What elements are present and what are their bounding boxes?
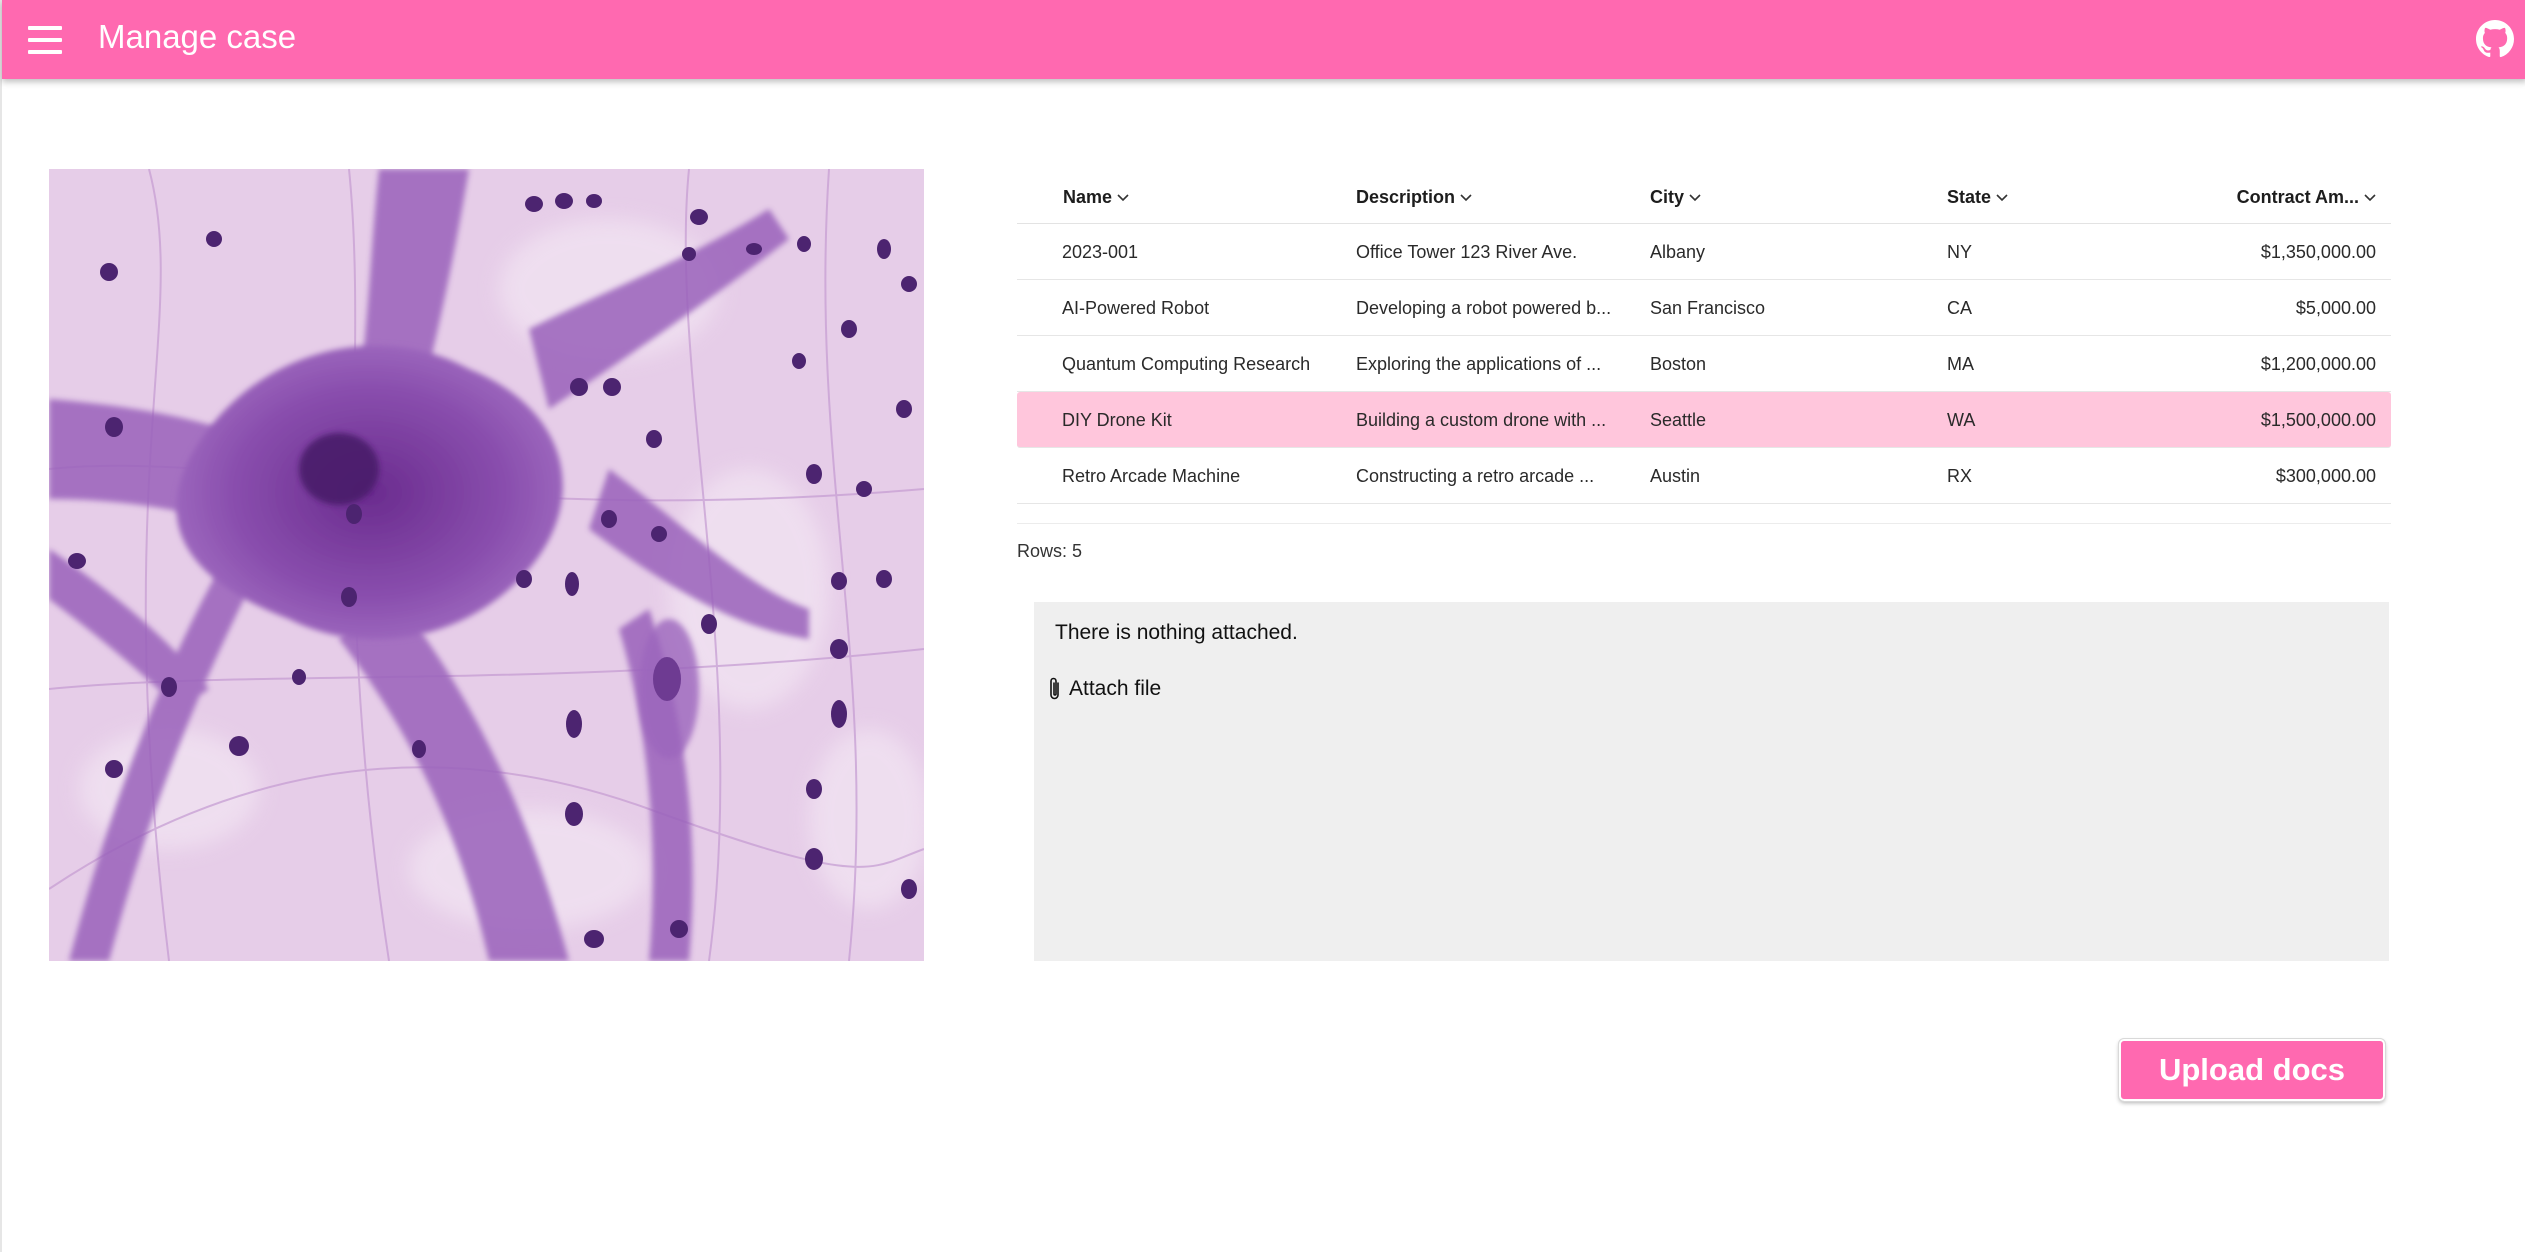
column-header-description[interactable]: Description bbox=[1356, 187, 1472, 208]
table-row[interactable]: AI-Powered Robot Developing a robot powe… bbox=[1017, 280, 2391, 336]
column-header-label: City bbox=[1650, 187, 1685, 207]
cell-city: Albany bbox=[1650, 242, 1706, 262]
cell-contract-amount: $300,000.00 bbox=[2275, 466, 2376, 486]
column-header-state[interactable]: State bbox=[1947, 187, 2008, 208]
table-row[interactable]: 2023-001 Office Tower 123 River Ave. Alb… bbox=[1017, 224, 2391, 280]
table-footer-divider bbox=[1017, 504, 2391, 524]
cell-description: Developing a robot powered b... bbox=[1356, 298, 1612, 318]
cell-contract-amount: $1,200,000.00 bbox=[2260, 354, 2376, 374]
column-header-contract-amount[interactable]: Contract Am... bbox=[2237, 187, 2376, 208]
column-header-label: Name bbox=[1063, 187, 1113, 207]
cell-description: Office Tower 123 River Ave. bbox=[1356, 242, 1578, 262]
chevron-down-icon bbox=[1117, 193, 1129, 201]
column-header-name[interactable]: Name bbox=[1063, 187, 1129, 208]
github-icon[interactable] bbox=[2476, 20, 2514, 58]
cell-description: Constructing a retro arcade ... bbox=[1356, 466, 1595, 486]
table-row-selected[interactable]: DIY Drone Kit Building a custom drone wi… bbox=[1017, 392, 2391, 448]
cell-state: RX bbox=[1947, 466, 1973, 486]
cell-contract-amount: $1,350,000.00 bbox=[2260, 242, 2376, 262]
column-header-label: Description bbox=[1356, 187, 1456, 207]
cell-description: Exploring the applications of ... bbox=[1356, 354, 1602, 374]
rows-count: Rows: 5 bbox=[1017, 541, 1083, 561]
cell-name: Quantum Computing Research bbox=[1062, 354, 1311, 374]
cell-name: 2023-001 bbox=[1062, 242, 1139, 262]
chevron-down-icon bbox=[1689, 193, 1701, 201]
app-frame: Manage case Name Description City State … bbox=[0, 0, 2525, 1252]
cell-name: Retro Arcade Machine bbox=[1062, 466, 1241, 486]
table-row[interactable]: Quantum Computing Research Exploring the… bbox=[1017, 336, 2391, 392]
cell-description: Building a custom drone with ... bbox=[1356, 410, 1607, 430]
cell-name: DIY Drone Kit bbox=[1062, 410, 1172, 430]
cell-name: AI-Powered Robot bbox=[1062, 298, 1210, 318]
cell-contract-amount: $1,500,000.00 bbox=[2260, 410, 2376, 430]
hamburger-menu-icon[interactable] bbox=[28, 26, 62, 54]
column-header-city[interactable]: City bbox=[1650, 187, 1701, 208]
cell-city: Seattle bbox=[1650, 410, 1707, 430]
cases-table: Name Description City State Contract Am.… bbox=[1017, 169, 2391, 524]
cell-city: Austin bbox=[1650, 466, 1701, 486]
table-row[interactable]: Retro Arcade Machine Constructing a retr… bbox=[1017, 448, 2391, 504]
chevron-down-icon bbox=[1996, 193, 2008, 201]
attachments-empty-message: There is nothing attached. bbox=[1055, 621, 1298, 644]
cell-state: CA bbox=[1947, 298, 1973, 318]
cell-city: San Francisco bbox=[1650, 298, 1766, 318]
cell-state: MA bbox=[1947, 354, 1974, 374]
attach-file-link[interactable]: Attach file bbox=[1047, 676, 1161, 702]
column-header-label: Contract Am... bbox=[2236, 187, 2359, 207]
cell-state: NY bbox=[1947, 242, 1973, 262]
cell-city: Boston bbox=[1650, 354, 1707, 374]
upload-docs-button[interactable]: Upload docs bbox=[2118, 1038, 2386, 1102]
app-bar: Manage case bbox=[2, 0, 2525, 79]
page-title: Manage case bbox=[98, 18, 297, 55]
cell-state: WA bbox=[1947, 410, 1976, 430]
paperclip-icon bbox=[1050, 677, 1059, 700]
cell-contract-amount: $5,000.00 bbox=[2295, 298, 2376, 318]
chevron-down-icon bbox=[1460, 193, 1472, 201]
chevron-down-icon bbox=[2364, 193, 2376, 201]
microscopy-image bbox=[49, 169, 924, 961]
column-header-label: State bbox=[1947, 187, 1992, 207]
table-header: Name Description City State Contract Am.… bbox=[1017, 169, 2391, 224]
attach-file-label: Attach file bbox=[1069, 677, 1162, 700]
attachments-panel: There is nothing attached. Attach file bbox=[1034, 602, 2389, 961]
